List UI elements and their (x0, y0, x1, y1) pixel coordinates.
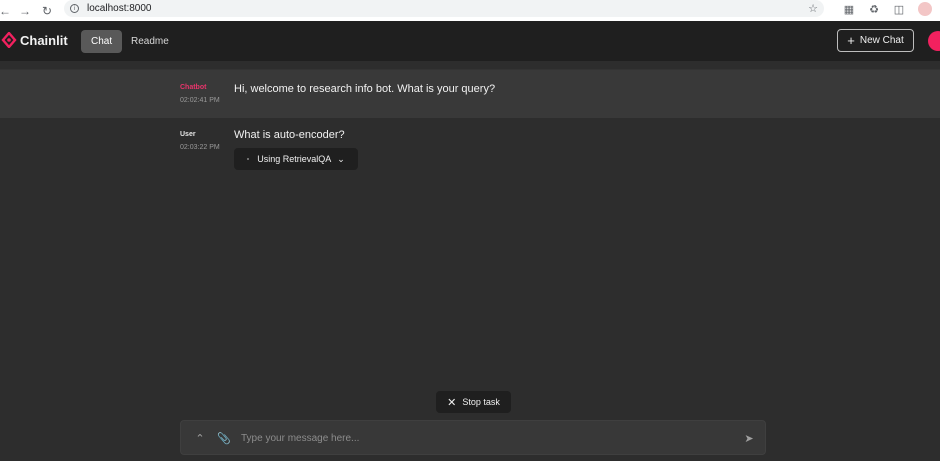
star-icon[interactable]: ☆ (808, 2, 818, 15)
step-status-dot (247, 158, 250, 160)
address-bar[interactable]: i localhost:8000 ☆ (64, 0, 824, 17)
profile-icon[interactable] (918, 2, 932, 16)
chainlit-logo: Chainlit (1, 32, 68, 48)
message-composer: ⌃ 📎 ➤ (180, 420, 766, 455)
message-author: Chatbot (180, 84, 207, 91)
stop-task-button[interactable]: ✕ Stop task (436, 391, 511, 413)
new-chat-label: New Chat (859, 35, 904, 46)
back-icon[interactable]: ← (0, 2, 14, 20)
message-text: Hi, welcome to research info bot. What i… (234, 83, 496, 95)
avatar[interactable] (928, 31, 940, 51)
step-label: Using RetrievalQA (257, 154, 332, 164)
paperclip-icon[interactable]: 📎 (217, 431, 231, 445)
message-text: What is auto-encoder? (234, 129, 345, 141)
message-time: 02:03:22 PM (180, 144, 220, 151)
message-input[interactable] (241, 429, 721, 447)
step-toggle-button[interactable]: Using RetrievalQA ⌄ (234, 148, 358, 170)
plus-icon: + (847, 33, 855, 48)
chevrons-up-icon[interactable]: ⌃ (193, 431, 207, 445)
reload-icon[interactable]: ↻ (38, 2, 56, 20)
send-icon[interactable]: ➤ (742, 431, 756, 445)
extension-icon[interactable]: ▦ (843, 3, 855, 16)
message-chatbot: Chatbot 02:02:41 PM Hi, welcome to resea… (0, 69, 940, 118)
tab-chat[interactable]: Chat (81, 30, 123, 53)
chevron-down-icon: ⌄ (337, 153, 345, 164)
chainlit-logo-icon (1, 32, 17, 48)
browser-extensions: ▦ ♻ ◫ (843, 2, 932, 16)
sidepanel-icon[interactable]: ◫ (893, 3, 905, 16)
info-icon[interactable]: i (70, 4, 79, 13)
message-user: User 02:03:22 PM What is auto-encoder? U… (0, 118, 940, 178)
url-text: localhost:8000 (87, 3, 152, 14)
tab-readme[interactable]: Readme (121, 30, 179, 53)
browser-toolbar: ← → ↻ i localhost:8000 ☆ ▦ ♻ ◫ (0, 0, 940, 21)
message-author: User (180, 131, 196, 138)
forward-icon[interactable]: → (16, 2, 34, 20)
stop-task-label: Stop task (462, 397, 500, 407)
new-chat-button[interactable]: + New Chat (837, 29, 914, 52)
message-time: 02:02:41 PM (180, 97, 220, 104)
puzzle-icon[interactable]: ♻ (868, 3, 880, 16)
close-icon: ✕ (447, 396, 457, 409)
logo-text: Chainlit (20, 32, 68, 48)
app-header: Chainlit Chat Readme + New Chat (0, 21, 940, 61)
